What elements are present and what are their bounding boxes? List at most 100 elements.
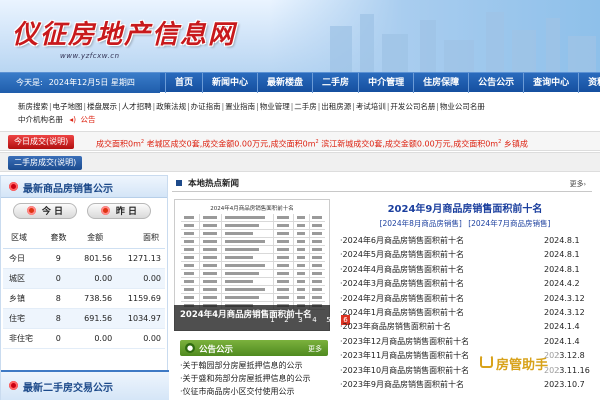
nav-housing-security[interactable]: 住房保障 (413, 73, 468, 93)
headline-title[interactable]: 2024年9月商品房销售面积前十名 (338, 200, 592, 215)
sub-link[interactable]: 中介机构名册 (18, 115, 63, 124)
cell-placeholder (184, 216, 194, 219)
sub-link[interactable]: 开发公司名册 (390, 102, 435, 111)
link-separator: | (352, 102, 355, 111)
page-button[interactable]: 4 (310, 315, 319, 325)
nav-new-properties[interactable]: 最新楼盘 (257, 73, 312, 93)
headline-link[interactable]: [2024年8月商品房销售] (380, 219, 462, 228)
cell-placeholder (184, 248, 194, 251)
sub-link[interactable]: 出租房源 (321, 102, 351, 111)
cell-placeholder (203, 216, 217, 219)
cell-placeholder (277, 288, 289, 291)
news-item-date: 2024.8.1 (544, 250, 580, 260)
table-cell: 非住宅 (3, 328, 43, 349)
bullet-icon (100, 206, 110, 215)
sub-links-row: 新房搜索|电子地图|楼盘展示|人才招聘|政策法规|办证指南|置业指南|物业管理|… (18, 100, 593, 113)
nav-home[interactable]: 首页 (165, 73, 202, 93)
link-separator: | (256, 102, 259, 111)
sub-link[interactable]: 二手房 (294, 102, 317, 111)
nav-announcements[interactable]: 公告公示 (468, 73, 523, 93)
sub-links-row: 中介机构名册 ◂) 公告 (18, 113, 593, 126)
cell-placeholder (184, 280, 194, 283)
cell-placeholder (312, 288, 322, 291)
news-item[interactable]: ·2024年5月商品房销售面积前十名 2024.8.1 (340, 248, 592, 262)
nav-news-center[interactable]: 新闻中心 (202, 73, 257, 93)
sub-link[interactable]: 新房搜索 (18, 102, 48, 111)
sub-link[interactable]: 电子地图 (53, 102, 83, 111)
link-separator: | (386, 102, 390, 111)
table-cell: 1159.69 (116, 288, 165, 309)
grid-line (221, 214, 222, 310)
sub-link[interactable]: 考试培训 (356, 102, 386, 111)
yesterday-button[interactable]: 昨 日 (87, 203, 151, 219)
cell-placeholder (225, 272, 259, 275)
site-title[interactable]: 仪征房地产信息网 (12, 14, 236, 51)
notice-item[interactable]: ·关于盛和苑部分房屋抵押信息的公示 (180, 372, 330, 385)
table-cell: 0.00 (116, 268, 165, 289)
nav-agency[interactable]: 中介管理 (358, 73, 413, 93)
page-button[interactable]: 5 (324, 315, 333, 325)
news-item[interactable]: ·2024年6月商品房销售面积前十名 2024.8.1 (340, 234, 592, 248)
cell-placeholder (277, 264, 289, 267)
page-button[interactable]: 3 (296, 315, 305, 325)
notice-label[interactable]: 公告 (80, 115, 95, 124)
link-separator: | (49, 102, 52, 111)
sub-link[interactable]: 物业公司名册 (440, 102, 485, 111)
news-item[interactable]: ·2024年3月商品房销售面积前十名 2024.4.2 (340, 277, 592, 291)
link-separator: | (221, 102, 225, 111)
notice-item[interactable]: ·仪征市商品房小区交付使用公示 (180, 385, 330, 398)
today-button[interactable]: 今 日 (13, 203, 77, 219)
nav-query-center[interactable]: 查询中心 (523, 73, 578, 93)
cell-placeholder (312, 224, 322, 227)
today-deals-ticker: 今日成交(说明) 成交面积0m2 老城区成交0套,成交金额0.00万元,成交面积… (0, 131, 600, 151)
banner-building (486, 12, 504, 72)
more-label: 更多 (569, 180, 584, 188)
news-item-date: 2024.8.1 (544, 236, 580, 245)
sub-link[interactable]: 政策法规 (156, 102, 186, 111)
hot-news-title: 本地热点新闻 (188, 179, 240, 189)
notice-item[interactable]: ·关于翰园部分房屋抵押信息的公示 (180, 359, 330, 372)
sub-link[interactable]: 置业指南 (225, 102, 255, 111)
page-button[interactable]: 2 (282, 315, 291, 325)
slide-image-table (181, 214, 325, 310)
table-row: 今日 9 801.56 1271.13 (3, 248, 165, 269)
cell-placeholder (312, 296, 322, 299)
second-hand-deals-label[interactable]: 二手房成交(说明) (8, 156, 83, 170)
ticker-segment: 老城区成交0套,成交金额0.00万元,成交面积0m (144, 139, 316, 149)
nav-downloads[interactable]: 资料下载 (578, 73, 600, 93)
nav-second-hand[interactable]: 二手房 (312, 73, 358, 93)
news-item[interactable]: ·2024年2月商品房销售面积前十名 2024.3.12 (340, 292, 592, 306)
news-item[interactable]: ·2023年12月商品房销售面积前十名 2024.1.4 (340, 335, 592, 349)
cell-placeholder (184, 256, 194, 259)
table-cell: 0.00 (74, 328, 117, 349)
hot-news-header: 本地热点新闻 更多› (172, 176, 592, 192)
news-item[interactable]: ·2023年商品房销售面积前十名 2024.1.4 (340, 320, 592, 334)
banner-building (330, 26, 352, 72)
notices-header: ● 公告公示 更多 (180, 340, 328, 356)
today-deals-label[interactable]: 今日成交(说明) (8, 135, 75, 149)
table-cell: 城区 (3, 268, 43, 289)
sub-link[interactable]: 人才招聘 (122, 102, 152, 111)
ticker-segment: 成交面积0m (96, 139, 141, 149)
table-row: 非住宅 0 0.00 0.00 (3, 328, 165, 349)
page-button[interactable]: 1 (268, 315, 277, 325)
headline-link[interactable]: [2024年7月商品房销售] (468, 219, 550, 228)
bullet-icon (9, 182, 18, 191)
news-item[interactable]: ·2024年1月商品房销售面积前十名 2024.3.12 (340, 306, 592, 320)
news-item[interactable]: ·2024年4月商品房销售面积前十名 2024.8.1 (340, 263, 592, 277)
cell-placeholder (184, 288, 194, 291)
hot-news-more-link[interactable]: 更多› (570, 179, 586, 189)
news-item-date: 2024.4.2 (544, 279, 580, 289)
table-cell: 8 (42, 308, 75, 329)
cell-placeholder (297, 280, 305, 283)
news-item[interactable]: ·2023年9月商品房销售面积前十名 2023.10.7 (340, 378, 592, 392)
sub-link[interactable]: 楼盘展示 (87, 102, 117, 111)
link-separator: | (152, 102, 156, 111)
link-separator: | (187, 102, 190, 111)
grid-line (273, 214, 274, 310)
notices-more-link[interactable]: 更多 (308, 344, 322, 354)
column-header: 区域 (3, 228, 43, 249)
sub-link[interactable]: 物业管理 (260, 102, 290, 111)
helper-logo-icon (480, 355, 493, 368)
sub-link[interactable]: 办证指南 (191, 102, 221, 111)
